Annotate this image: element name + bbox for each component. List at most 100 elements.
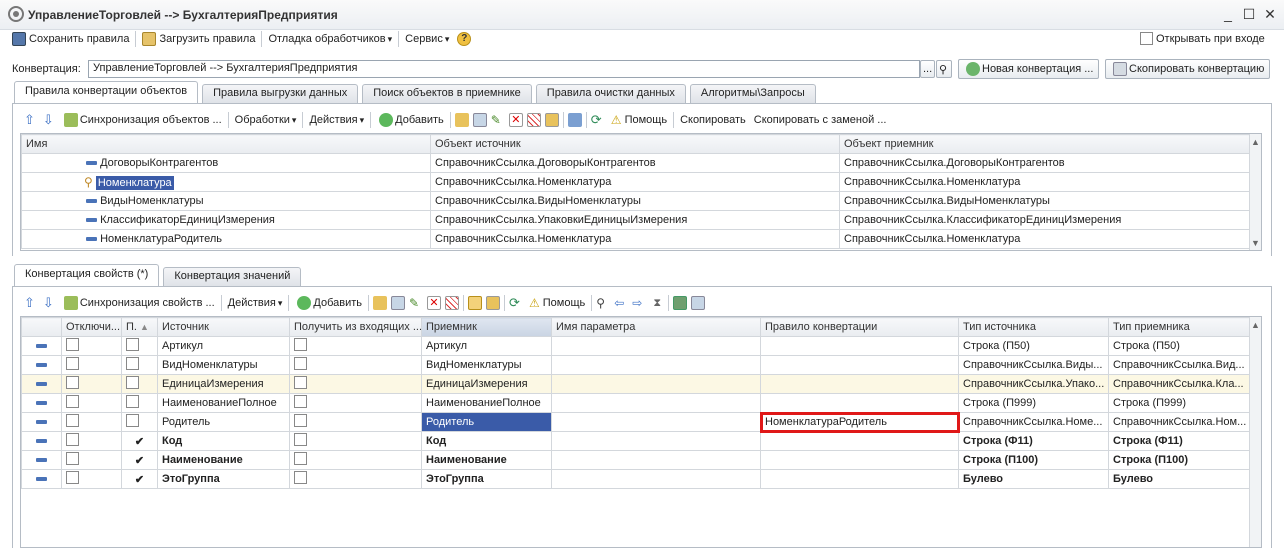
table-row[interactable]: Родитель Родитель НоменклатураРодитель С… — [21, 411, 1250, 433]
help-button[interactable]: ⚠ Помощь — [607, 110, 671, 130]
selected-cell[interactable]: Родитель — [421, 412, 552, 432]
tab-object-conversion-rules[interactable]: Правила конвертации объектов — [14, 81, 199, 103]
refresh-icon[interactable]: ⟳ — [591, 113, 605, 127]
refresh-icon[interactable]: ⟳ — [509, 296, 523, 310]
help-button[interactable]: ⚠ Помощь — [525, 293, 589, 313]
search-check-mark[interactable]: ✔ — [121, 450, 158, 470]
mark-delete-icon[interactable] — [445, 296, 459, 310]
conversion-rule-cell[interactable]: НоменклатураРодитель — [759, 411, 960, 433]
move-up-button[interactable]: ⇧ — [20, 293, 39, 313]
open-on-login-option[interactable]: Открывать при входе — [1140, 32, 1265, 45]
copy-replace-button[interactable]: Скопировать с заменой ... — [750, 110, 891, 130]
copy-row-icon[interactable] — [472, 113, 487, 127]
table-row[interactable]: ✔ Код Код Строка (Ф11) Строка (Ф11) — [21, 431, 1250, 451]
scroll-down-icon[interactable]: ▼ — [1251, 238, 1260, 248]
column-header[interactable]: П. ▲ — [121, 317, 158, 337]
hierarchy-icon[interactable] — [468, 296, 482, 310]
debug-handlers-menu[interactable]: Отладка обработчиков — [264, 29, 396, 49]
open-on-login-checkbox[interactable] — [1140, 32, 1153, 45]
table-row[interactable]: ЕдиницаИзмерения ЕдиницаИзмерения Справо… — [21, 374, 1250, 394]
table-row[interactable]: ВидНоменклатуры ВидНоменклатуры Справочн… — [21, 355, 1250, 375]
gear-icon[interactable] — [8, 6, 24, 22]
disable-checkbox[interactable] — [66, 338, 79, 351]
move-down-button[interactable]: ⇩ — [39, 110, 58, 130]
properties-icon[interactable] — [544, 113, 559, 127]
help-button[interactable]: ? — [453, 29, 478, 49]
column-header[interactable]: Правило конвертации — [760, 317, 959, 337]
move-up-button[interactable]: ⇧ — [20, 110, 39, 130]
disable-checkbox[interactable] — [66, 433, 79, 446]
service-menu[interactable]: Сервис — [401, 29, 453, 49]
get-from-incoming-checkbox[interactable] — [294, 376, 307, 389]
get-from-incoming-checkbox[interactable] — [294, 433, 307, 446]
copy-window-icon[interactable] — [691, 296, 706, 310]
actions-menu[interactable]: Действия — [305, 110, 368, 130]
table-row[interactable]: Артикул Артикул Строка (П50) Строка (П50… — [21, 336, 1250, 356]
tab-export-rules[interactable]: Правила выгрузки данных — [202, 84, 359, 103]
search-icon[interactable]: ⚲ — [936, 60, 952, 78]
table-row[interactable]: ВидыНоменклатуры СправочникСсылка.ВидыНо… — [21, 191, 1250, 211]
scroll-up-icon[interactable]: ▲ — [1251, 137, 1260, 147]
disable-checkbox[interactable] — [66, 414, 79, 427]
arrow-right-icon[interactable]: ⇨ — [632, 296, 646, 310]
sync-objects-button[interactable]: Синхронизация объектов ... — [58, 110, 226, 130]
scroll-up-icon[interactable]: ▲ — [1251, 320, 1260, 330]
add-button[interactable]: Добавить — [373, 110, 448, 130]
tab-cleanup-rules[interactable]: Правила очистки данных — [535, 84, 686, 103]
table-row[interactable]: ✔ ЭтоГруппа ЭтоГруппа Булево Булево — [21, 469, 1250, 489]
hourglass-icon[interactable]: ⧗ — [650, 296, 664, 310]
table-row[interactable]: НоменклатураРодитель СправочникСсылка.Но… — [21, 229, 1250, 249]
copy-conversion-button[interactable]: Скопировать конвертацию — [1105, 59, 1271, 79]
table-row[interactable]: ДоговорыКонтрагентов СправочникСсылка.До… — [21, 153, 1250, 173]
column-header[interactable]: Тип приемника — [1108, 317, 1250, 337]
tables-icon[interactable] — [673, 296, 688, 310]
processing-menu[interactable]: Обработки — [231, 110, 301, 130]
column-header[interactable]: Получить из входящих ... — [289, 317, 422, 337]
conversion-select-button[interactable]: ... — [920, 60, 936, 78]
disable-checkbox[interactable] — [66, 376, 79, 389]
arrow-left-icon[interactable]: ⇦ — [614, 296, 628, 310]
new-conversion-button[interactable]: Новая конвертация ... — [958, 59, 1100, 79]
column-header[interactable]: Объект источник — [430, 134, 840, 154]
load-rules-button[interactable]: Загрузить правила — [138, 29, 259, 49]
disable-checkbox[interactable] — [66, 471, 79, 484]
get-from-incoming-checkbox[interactable] — [294, 452, 307, 465]
column-header[interactable]: Объект приемник — [839, 134, 1250, 154]
copy-button[interactable]: Скопировать — [676, 110, 750, 130]
table-row[interactable]: НаименованиеПолное НаименованиеПолное Ст… — [21, 393, 1250, 413]
get-from-incoming-checkbox[interactable] — [294, 471, 307, 484]
column-header[interactable]: Тип источника — [958, 317, 1109, 337]
tab-algorithms[interactable]: Алгоритмы\Запросы — [689, 84, 816, 103]
search-check-mark[interactable]: ✔ — [121, 431, 158, 451]
disable-checkbox[interactable] — [66, 395, 79, 408]
mark-delete-icon[interactable] — [526, 113, 541, 127]
column-header[interactable]: Источник — [157, 317, 290, 337]
copy-row-icon[interactable] — [391, 296, 405, 310]
search-checkbox[interactable] — [126, 414, 139, 427]
search-checkbox[interactable] — [126, 338, 139, 351]
tab-object-search[interactable]: Поиск объектов в приемнике — [362, 84, 532, 103]
search-checkbox[interactable] — [126, 395, 139, 408]
table-row[interactable]: КлассификаторЕдиницИзмерения СправочникС… — [21, 210, 1250, 230]
add-folder-icon[interactable] — [373, 296, 387, 310]
column-header[interactable]: Отключи... — [61, 317, 122, 337]
delete-icon[interactable]: ✕ — [508, 113, 523, 127]
properties-icon[interactable] — [486, 296, 500, 310]
edit-pencil-icon[interactable]: ✎ — [409, 296, 423, 310]
move-to-icon[interactable] — [567, 113, 582, 127]
vertical-scrollbar[interactable] — [1249, 317, 1261, 547]
get-from-incoming-checkbox[interactable] — [294, 357, 307, 370]
get-from-incoming-checkbox[interactable] — [294, 338, 307, 351]
column-header[interactable]: Имя параметра — [551, 317, 761, 337]
disable-checkbox[interactable] — [66, 452, 79, 465]
tab-value-conversion[interactable]: Конвертация значений — [163, 267, 302, 286]
edit-pencil-icon[interactable]: ✎ — [491, 113, 505, 127]
maximize-button[interactable]: ☐ — [1241, 6, 1257, 22]
actions-menu[interactable]: Действия — [224, 293, 287, 313]
search-check-mark[interactable]: ✔ — [121, 469, 158, 489]
tab-property-conversion[interactable]: Конвертация свойств (*) — [14, 264, 160, 286]
column-header[interactable]: Имя — [21, 134, 431, 154]
get-from-incoming-checkbox[interactable] — [294, 395, 307, 408]
get-from-incoming-checkbox[interactable] — [294, 414, 307, 427]
table-row[interactable]: ⚲ Номенклатура СправочникСсылка.Номенкла… — [21, 172, 1250, 192]
